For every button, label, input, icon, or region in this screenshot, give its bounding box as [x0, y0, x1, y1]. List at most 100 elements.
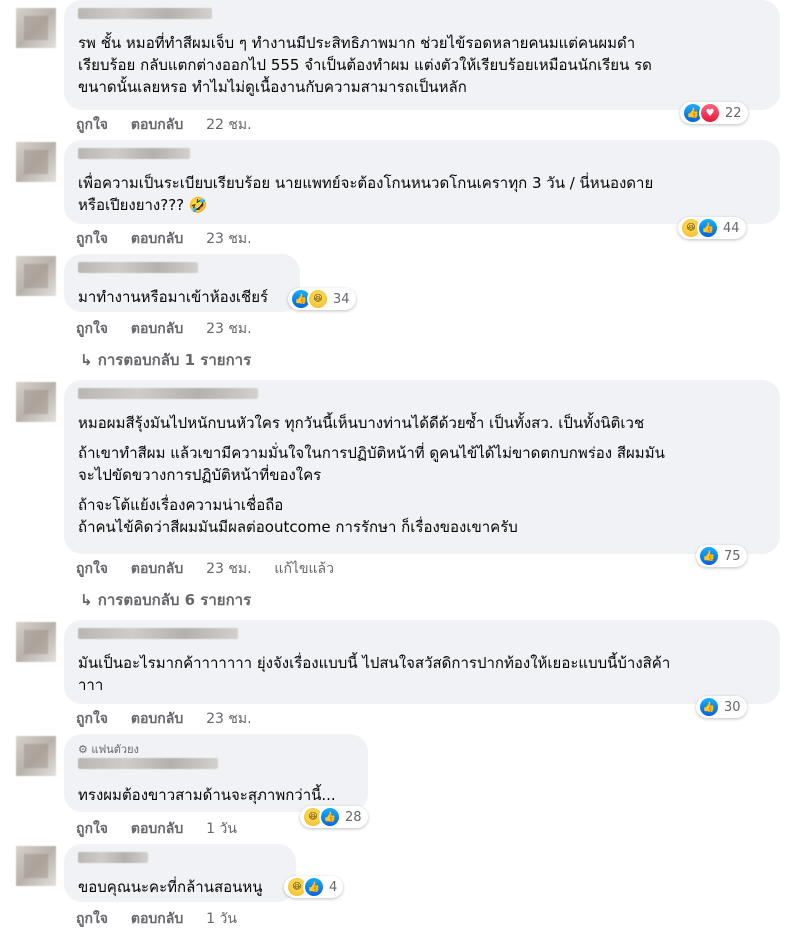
author-name-blurred[interactable]: [78, 148, 190, 159]
comment-bubble: เพื่อความเป็นระเบียบเรียบร้อย นายแพทย์จะ…: [64, 140, 780, 224]
text-line: ถ้าคนไข้คิดว่าสีผมมันมีผลต่อoutcome การร…: [78, 518, 518, 536]
like-icon: 👍: [698, 545, 720, 567]
text-line: มันเป็นอะไรมากค้าาาาาาา ยุ่งจังเรื่องแบบ…: [78, 654, 671, 672]
reaction-count: 22: [725, 105, 742, 121]
haha-icon: 😆: [307, 288, 329, 310]
reply-link[interactable]: ตอบกลับ: [131, 911, 183, 927]
reaction-summary[interactable]: 👍 75: [696, 545, 747, 567]
author-name-blurred[interactable]: [78, 628, 238, 639]
avatar[interactable]: [16, 622, 56, 662]
reaction-count: 4: [329, 879, 338, 895]
comment-actions: ถูกใจ ตอบกลับ 22 ชม.: [76, 114, 270, 136]
comment-text: มันเป็นอะไรมากค้าาาาาาา ยุ่งจังเรื่องแบบ…: [78, 652, 770, 696]
avatar[interactable]: [16, 8, 56, 48]
text-line: หรือเปียงยาง??? 🤣: [78, 196, 208, 214]
reply-link[interactable]: ตอบกลับ: [131, 711, 183, 727]
text-line: าาา: [78, 676, 104, 694]
reaction-count: 34: [333, 291, 350, 307]
like-link[interactable]: ถูกใจ: [76, 911, 108, 927]
badge-label: แฟนตัวยง: [91, 743, 139, 756]
comment-actions: ถูกใจ ตอบกลับ 23 ชม.: [76, 708, 270, 730]
like-icon: 👍: [319, 806, 341, 828]
author-name-blurred[interactable]: [78, 8, 212, 19]
comment-text: รพ ชั้น หมอที่ทำสีผมเจ็บ ๆ ทำงานมีประสิท…: [78, 32, 770, 98]
timestamp[interactable]: 1 วัน: [206, 821, 237, 837]
timestamp[interactable]: 1 วัน: [206, 911, 237, 927]
top-fan-badge: ⚙ แฟนตัวยง: [78, 740, 139, 758]
text-line: หมอผมสีรุ้งมันไปหนักบนหัวใคร ทุกวันนี้เห…: [78, 414, 645, 432]
like-icon: 👍: [698, 696, 720, 718]
text-line: มาทำงานหรือมาเข้าห้องเชียร์: [78, 288, 269, 306]
like-link[interactable]: ถูกใจ: [76, 231, 108, 247]
like-link[interactable]: ถูกใจ: [76, 821, 108, 837]
comment-actions: ถูกใจ ตอบกลับ 1 วัน: [76, 908, 255, 930]
comment-actions: ถูกใจ ตอบกลับ 23 ชม.: [76, 318, 270, 340]
like-link[interactable]: ถูกใจ: [76, 117, 108, 133]
comment-actions: ถูกใจ ตอบกลับ 23 ชม.: [76, 228, 270, 250]
reply-link[interactable]: ตอบกลับ: [131, 321, 183, 337]
comment-bubble: มันเป็นอะไรมากค้าาาาาาา ยุ่งจังเรื่องแบบ…: [64, 620, 780, 704]
text-line: จะไปขัดขวางการปฏิบัติหน้าที่ของใคร: [78, 466, 322, 484]
author-name-blurred[interactable]: [78, 758, 218, 769]
badge-icon: ⚙: [78, 743, 92, 756]
author-name-blurred[interactable]: [78, 262, 198, 273]
text-line: ถ้าเขาทำสีผม แล้วเขามีความมั่นใจในการปฏิ…: [78, 444, 665, 462]
timestamp[interactable]: 22 ชม.: [206, 117, 251, 133]
love-icon: ♥: [699, 102, 721, 124]
comment-text: มาทำงานหรือมาเข้าห้องเชียร์: [78, 286, 290, 308]
timestamp[interactable]: 23 ชม.: [206, 711, 251, 727]
like-link[interactable]: ถูกใจ: [76, 561, 108, 577]
timestamp[interactable]: 23 ชม.: [206, 321, 251, 337]
view-replies-link[interactable]: ↳ การตอบกลับ 6 รายการ: [80, 588, 251, 612]
reply-link[interactable]: ตอบกลับ: [131, 231, 183, 247]
like-link[interactable]: ถูกใจ: [76, 321, 108, 337]
reply-arrow-icon: ↳: [80, 591, 98, 609]
text-line: เรียบร้อย กลับแตกต่างออกไป 555 จำเป็นต้อ…: [78, 56, 652, 74]
reaction-summary[interactable]: 👍 ♥ 22: [680, 102, 748, 124]
comment-text: ทรงผมต้องขาวสามด้านจะสุภาพกว่านี้...: [78, 784, 358, 806]
reaction-summary[interactable]: 😆 👍 44: [678, 217, 746, 239]
reaction-summary[interactable]: 👍 😆 34: [288, 288, 356, 310]
text-line: รพ ชั้น หมอที่ทำสีผมเจ็บ ๆ ทำงานมีประสิท…: [78, 34, 636, 52]
text-line: เพื่อความเป็นระเบียบเรียบร้อย นายแพทย์จะ…: [78, 174, 654, 192]
reaction-summary[interactable]: 😆 👍 4: [284, 876, 344, 898]
like-link[interactable]: ถูกใจ: [76, 711, 108, 727]
comment-bubble: รพ ชั้น หมอที่ทำสีผมเจ็บ ๆ ทำงานมีประสิท…: [64, 0, 780, 110]
replies-count: การตอบกลับ 1 รายการ: [97, 351, 252, 369]
view-replies-link[interactable]: ↳ การตอบกลับ 1 รายการ: [80, 348, 251, 372]
reply-link[interactable]: ตอบกลับ: [131, 561, 183, 577]
like-icon: 👍: [697, 217, 719, 239]
edited-label[interactable]: แก้ไขแล้ว: [274, 561, 334, 577]
avatar[interactable]: [16, 256, 56, 296]
comment-actions: ถูกใจ ตอบกลับ 23 ชม. แก้ไขแล้ว: [76, 558, 352, 580]
reaction-summary[interactable]: 😆 👍 28: [300, 806, 368, 828]
comment-bubble: มาทำงานหรือมาเข้าห้องเชียร์: [64, 254, 300, 312]
avatar[interactable]: [16, 846, 56, 886]
reaction-count: 28: [345, 809, 362, 825]
reaction-count: 44: [723, 220, 740, 236]
comment-bubble: ⚙ แฟนตัวยง ทรงผมต้องขาวสามด้านจะสุภาพกว่…: [64, 734, 368, 812]
reaction-count: 30: [724, 699, 741, 715]
reply-link[interactable]: ตอบกลับ: [131, 821, 183, 837]
author-name-blurred[interactable]: [78, 388, 258, 399]
avatar[interactable]: [16, 382, 56, 422]
timestamp[interactable]: 23 ชม.: [206, 561, 251, 577]
comment-actions: ถูกใจ ตอบกลับ 1 วัน: [76, 818, 255, 840]
comment-text: ขอบคุณนะคะที่กล้านสอนหนู: [78, 876, 286, 898]
reaction-count: 75: [724, 548, 741, 564]
timestamp[interactable]: 23 ชม.: [206, 231, 251, 247]
reply-arrow-icon: ↳: [80, 351, 98, 369]
comment-text: หมอผมสีรุ้งมันไปหนักบนหัวใคร ทุกวันนี้เห…: [78, 412, 770, 538]
text-line: ขอบคุณนะคะที่กล้านสอนหนู: [78, 878, 263, 896]
comment-bubble: ขอบคุณนะคะที่กล้านสอนหนู: [64, 844, 296, 902]
reply-link[interactable]: ตอบกลับ: [131, 117, 183, 133]
comment-bubble: หมอผมสีรุ้งมันไปหนักบนหัวใคร ทุกวันนี้เห…: [64, 380, 780, 554]
reaction-summary[interactable]: 👍 30: [696, 696, 747, 718]
avatar[interactable]: [16, 142, 56, 182]
text-line: ขนาดนั้นเลยหรอ ทำไมไม่ดูเนื้องานกับความส…: [78, 78, 467, 96]
like-icon: 👍: [303, 876, 325, 898]
author-name-blurred[interactable]: [78, 852, 148, 863]
text-line: ทรงผมต้องขาวสามด้านจะสุภาพกว่านี้...: [78, 786, 336, 804]
text-line: ถ้าจะโต้แย้งเรื่องความน่าเชื่อถือ: [78, 496, 284, 514]
avatar[interactable]: [16, 736, 56, 776]
